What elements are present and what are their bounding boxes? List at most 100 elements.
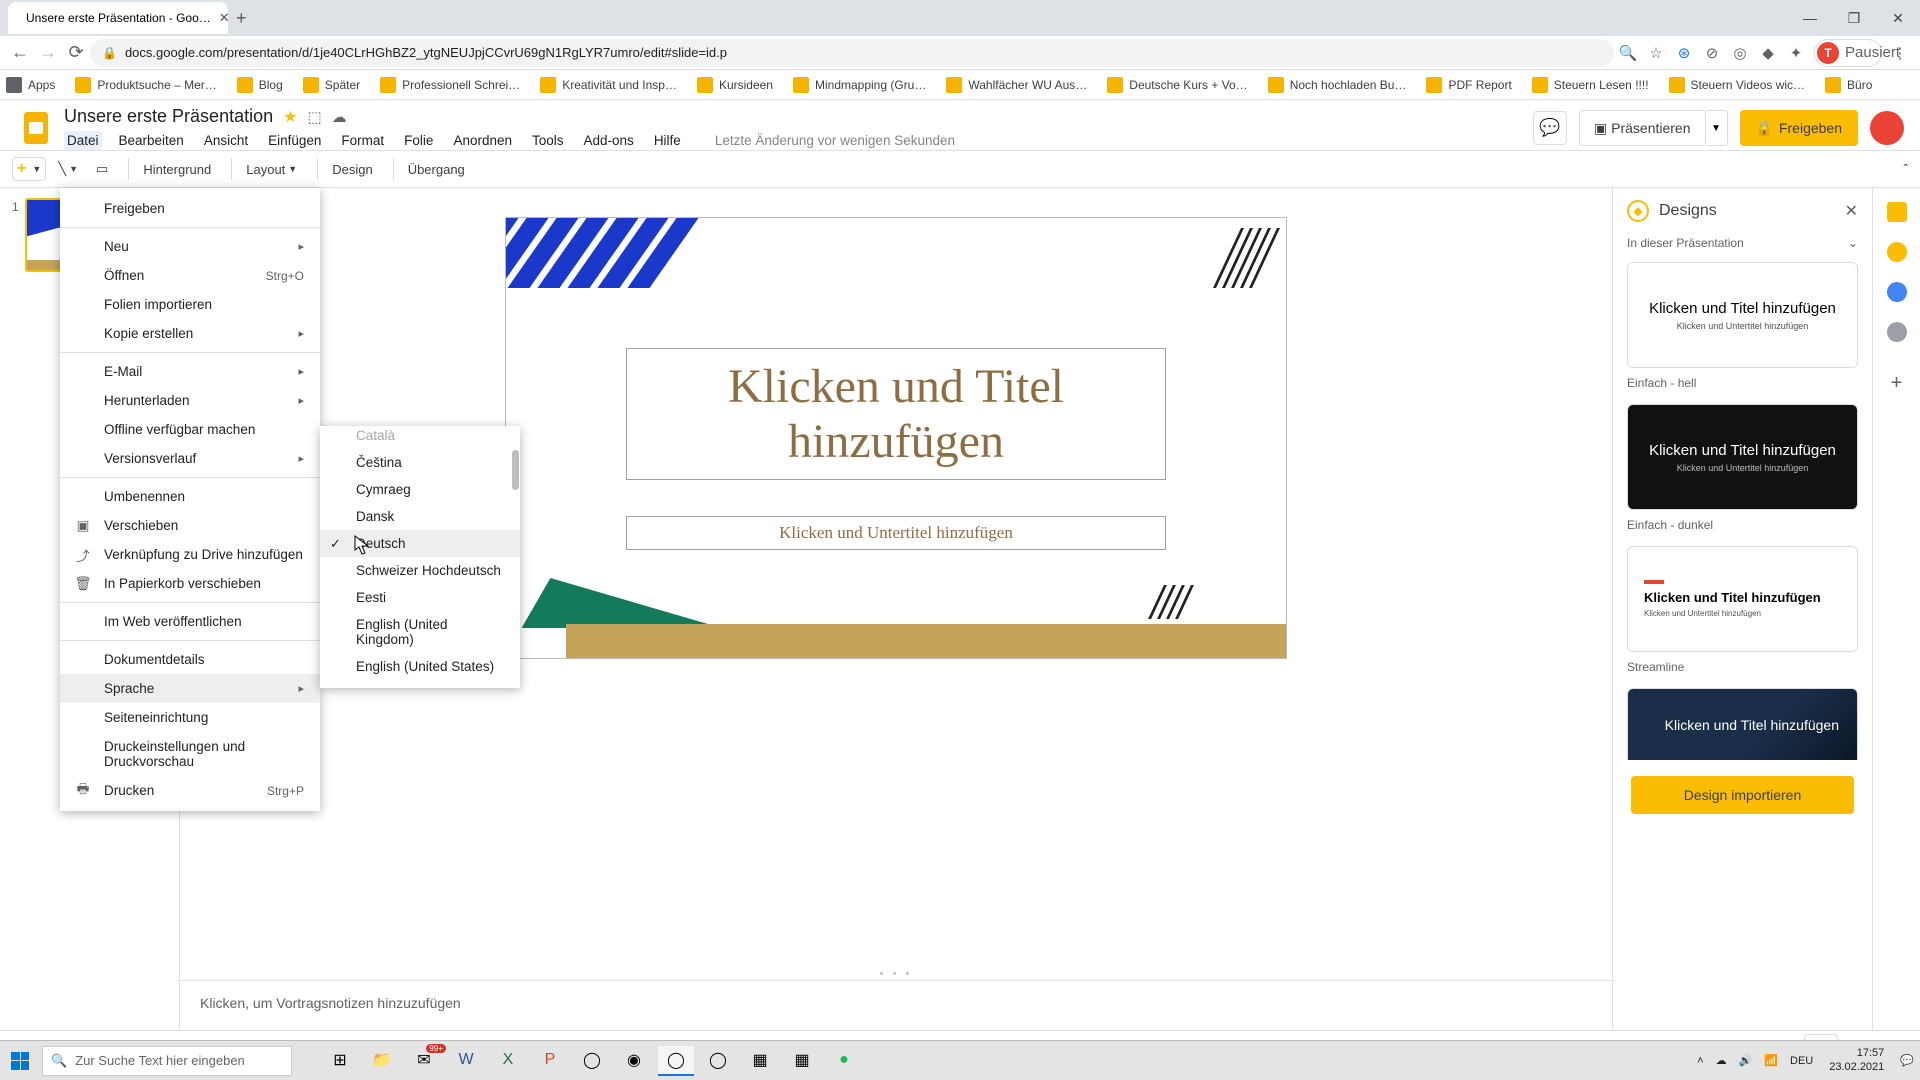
close-designs-icon[interactable]: ✕ [1845,201,1858,221]
move-icon[interactable]: ⬚ [307,108,321,126]
calendar-icon[interactable] [1887,202,1907,222]
cart-icon[interactable]: ⊘ [1698,44,1726,62]
translate-icon[interactable]: ⊛ [1670,44,1698,62]
bookmark-item[interactable]: PDF Report [1426,77,1511,93]
bookmark-item[interactable]: Blog [237,77,283,93]
close-tab-icon[interactable]: ✕ [219,10,228,26]
share-button[interactable]: 🔒Freigeben [1740,110,1858,146]
spotify-icon[interactable]: ● [826,1046,862,1076]
new-slide-button[interactable]: +▼ [12,157,46,181]
address-bar[interactable]: 🔒 docs.google.com/presentation/d/1je40CL… [90,39,1614,67]
menu-einfuegen[interactable]: Einfügen [265,131,324,150]
account-avatar[interactable] [1870,111,1904,145]
file-menu-offline[interactable]: Offline verfügbar machen [60,415,320,444]
extensions-icon[interactable]: ✦ [1782,44,1810,62]
new-tab-button[interactable]: + [236,8,247,29]
maximize-icon[interactable]: ❐ [1832,0,1876,36]
lang-item-espanol[interactable]: Español [320,680,520,688]
lang-item-cymraeg[interactable]: Cymraeg [320,476,520,503]
speaker-notes[interactable]: Klicken, um Vortragsnotizen hinzuzufügen [180,980,1612,1030]
file-menu-herunterladen[interactable]: Herunterladen▸ [60,386,320,415]
bookmark-item[interactable]: Kursideen [697,77,773,93]
theme-card-einfach-hell[interactable]: Klicken und Titel hinzufügen Klicken und… [1627,262,1858,368]
bookmark-apps[interactable]: Apps [6,77,55,93]
menu-folie[interactable]: Folie [401,131,436,150]
lang-item-english-us[interactable]: English (United States) [320,653,520,680]
subtitle-placeholder[interactable]: Klicken und Untertitel hinzufügen [626,516,1166,550]
theme-card-focus[interactable]: Klicken und Titel hinzufügen [1627,688,1858,760]
language-indicator[interactable]: DEU [1784,1055,1819,1067]
bookmark-item[interactable]: Steuern Lesen !!!! [1532,77,1649,93]
menu-format[interactable]: Format [338,131,387,150]
star-icon[interactable]: ☆ [1642,44,1670,62]
lang-item-english-uk[interactable]: English (United Kingdom) [320,611,520,653]
menu-ansicht[interactable]: Ansicht [201,131,251,150]
bookmark-item[interactable]: Steuern Videos wic… [1669,77,1806,93]
file-menu-kopie[interactable]: Kopie erstellen▸ [60,319,320,348]
excel-icon[interactable]: X [490,1046,526,1076]
bookmark-item[interactable]: Professionell Schrei… [380,77,520,93]
lang-item-schweizer[interactable]: Schweizer Hochdeutsch [320,557,520,584]
tasks-icon[interactable] [1887,282,1907,302]
file-menu-freigeben[interactable]: Freigeben [60,194,320,223]
app-icon[interactable]: ◉ [616,1046,652,1076]
designs-section-toggle[interactable]: In dieser Präsentation⌄ [1627,236,1858,250]
file-menu-papierkorb[interactable]: 🗑In Papierkorb verschieben [60,569,320,598]
comments-button[interactable]: 💬 [1533,111,1567,145]
back-icon[interactable]: ← [6,42,34,63]
bookmark-item[interactable]: Produktsuche – Mer… [75,77,216,93]
tray-chevron-icon[interactable]: ˄ [1691,1055,1709,1067]
profile-chip[interactable]: T Pausiert [1814,39,1882,67]
theme-card-einfach-dunkel[interactable]: Klicken und Titel hinzufügen Klicken und… [1627,404,1858,510]
theme-card-streamline[interactable]: Klicken und Titel hinzufügen Klicken und… [1627,546,1858,652]
onedrive-icon[interactable]: ☁ [1710,1054,1733,1067]
lang-item[interactable]: Català [320,426,520,449]
add-addon-icon[interactable]: + [1891,372,1903,395]
edge-icon[interactable]: ◯ [700,1046,736,1076]
title-placeholder[interactable]: Klicken und Titel hinzufügen [626,348,1166,480]
file-menu-dokumentdetails[interactable]: Dokumentdetails [60,645,320,674]
mail-icon[interactable]: ✉99+ [406,1046,442,1076]
lang-item-cestina[interactable]: Čeština [320,449,520,476]
ext2-icon[interactable]: ◆ [1754,44,1782,62]
file-menu-oeffnen[interactable]: ÖffnenStrg+O [60,261,320,290]
contacts-icon[interactable] [1887,322,1907,342]
slide-canvas[interactable]: Klicken und Titel hinzufügen Klicken und… [506,218,1286,658]
transition-button[interactable]: Übergang [402,158,471,181]
volume-icon[interactable]: 🔊 [1733,1054,1759,1067]
ext1-icon[interactable]: ◎ [1726,44,1754,62]
lang-item-dansk[interactable]: Dansk [320,503,520,530]
last-edit-label[interactable]: Letzte Änderung vor wenigen Sekunden [712,131,958,150]
chrome-icon[interactable]: ◯ [658,1046,694,1076]
bookmark-item[interactable]: Wahlfächer WU Aus… [946,77,1087,93]
bookmark-item[interactable]: Später [303,77,360,93]
lang-item-deutsch[interactable]: ✓Deutsch [320,530,520,557]
design-button[interactable]: Design [326,158,378,181]
task-view-icon[interactable]: ⊞ [322,1046,358,1076]
minimize-icon[interactable]: ― [1788,0,1832,36]
bookmark-item[interactable]: Deutsche Kurs + Vo… [1107,77,1247,93]
wifi-icon[interactable]: 📶 [1758,1054,1784,1067]
background-button[interactable]: Hintergrund [137,158,217,181]
file-menu-email[interactable]: E-Mail▸ [60,357,320,386]
bookmark-item[interactable]: Kreativität und Insp… [540,77,677,93]
bookmark-item[interactable]: Noch hochladen Bu… [1268,77,1407,93]
cloud-icon[interactable]: ☁ [332,108,347,126]
app-icon[interactable]: ◯ [574,1046,610,1076]
lang-item-eesti[interactable]: Eesti [320,584,520,611]
file-menu-sprache[interactable]: Sprache▸ [60,674,320,703]
keep-icon[interactable] [1887,242,1907,262]
file-menu-umbenennen[interactable]: Umbenennen [60,482,320,511]
notifications-icon[interactable]: 💬 [1894,1054,1920,1067]
file-menu-drive-verknuepfung[interactable]: ⤴Verknüpfung zu Drive hinzufügen [60,540,320,569]
menu-anordnen[interactable]: Anordnen [450,131,515,150]
line-tool-icon[interactable]: ╲▼ [52,157,84,181]
menu-addons[interactable]: Add-ons [581,131,637,150]
zoom-icon[interactable]: 🔍 [1614,44,1642,62]
menu-hilfe[interactable]: Hilfe [651,131,684,150]
file-menu-versionsverlauf[interactable]: Versionsverlauf▸ [60,444,320,473]
star-icon[interactable]: ★ [283,107,297,127]
browser-tab[interactable]: Unsere erste Präsentation - Goo… ✕ [8,2,228,34]
close-window-icon[interactable]: ✕ [1876,0,1920,36]
present-dropdown[interactable]: ▼ [1706,110,1728,146]
